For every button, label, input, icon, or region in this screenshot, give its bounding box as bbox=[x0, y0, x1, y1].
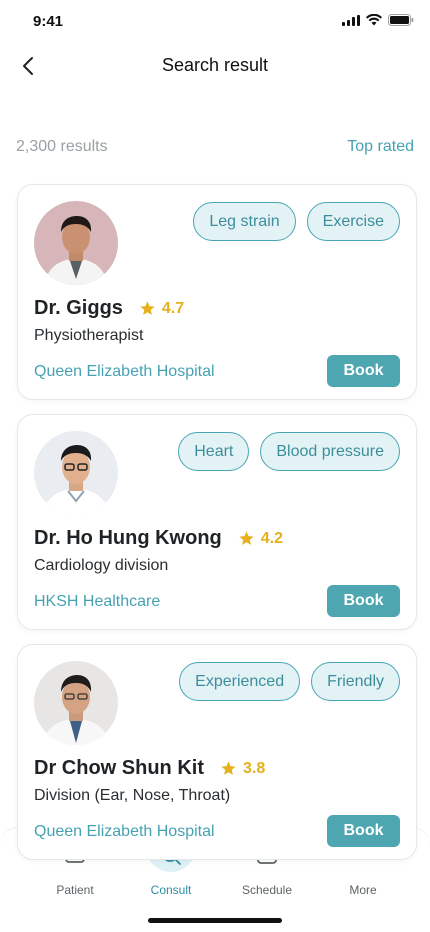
doctor-specialty: Division (Ear, Nose, Throat) bbox=[34, 787, 231, 804]
doctor-avatar bbox=[34, 431, 118, 515]
tab-label: Consult bbox=[150, 883, 192, 897]
doctor-avatar bbox=[34, 201, 118, 285]
sort-top-rated-link[interactable]: Top rated bbox=[347, 138, 414, 156]
book-button[interactable]: Book bbox=[327, 585, 400, 617]
doctor-avatar bbox=[34, 661, 118, 745]
doctor-name: Dr. Giggs bbox=[34, 297, 123, 319]
star-icon bbox=[221, 761, 236, 775]
star-icon bbox=[239, 531, 254, 545]
hospital-link[interactable]: HKSH Healthcare bbox=[34, 593, 160, 611]
doctor-rating: 4.2 bbox=[260, 529, 284, 547]
book-button[interactable]: Book bbox=[327, 355, 400, 387]
tag[interactable]: Leg strain bbox=[193, 202, 296, 241]
tab-label: More bbox=[349, 883, 377, 897]
tag[interactable]: Experienced bbox=[179, 662, 301, 701]
doctor-name-row: Dr. Giggs 4.7 bbox=[34, 297, 184, 320]
doctor-card[interactable]: Leg strain Exercise Dr. Giggs 4.7 Physio… bbox=[17, 184, 417, 400]
doctor-rating: 4.7 bbox=[161, 299, 185, 317]
hospital-link[interactable]: Queen Elizabeth Hospital bbox=[34, 363, 215, 381]
battery-icon bbox=[388, 14, 414, 26]
tag[interactable]: Exercise bbox=[306, 202, 400, 241]
status-time: 9:41 bbox=[33, 13, 64, 30]
status-bar: 9:41 bbox=[0, 0, 430, 44]
cellular-signal-icon bbox=[342, 14, 360, 26]
page-title: Search result bbox=[161, 55, 269, 75]
book-button[interactable]: Book bbox=[327, 815, 400, 847]
tab-label: Patient bbox=[56, 883, 94, 897]
results-header: 2,300 results Top rated bbox=[16, 138, 414, 156]
hospital-link[interactable]: Queen Elizabeth Hospital bbox=[34, 823, 215, 841]
tag[interactable]: Blood pressure bbox=[260, 432, 400, 471]
doctor-specialty: Physiotherapist bbox=[34, 327, 144, 344]
results-count: 2,300 results bbox=[16, 138, 108, 155]
star-icon bbox=[140, 301, 155, 315]
doctor-specialty: Cardiology division bbox=[34, 557, 169, 574]
status-icons bbox=[342, 14, 414, 26]
tag-list: Leg strain Exercise bbox=[193, 202, 400, 241]
tag-list: Heart Blood pressure bbox=[178, 432, 400, 471]
doctor-card[interactable]: Heart Blood pressure Dr. Ho Hung Kwong 4… bbox=[17, 414, 417, 630]
doctor-name: Dr Chow Shun Kit bbox=[34, 757, 204, 779]
doctor-name-row: Dr. Ho Hung Kwong 4.2 bbox=[34, 527, 283, 550]
doctor-name: Dr. Ho Hung Kwong bbox=[34, 527, 222, 549]
navigation-bar: Search result bbox=[0, 44, 430, 88]
wifi-icon bbox=[366, 14, 382, 26]
tab-label: Schedule bbox=[241, 883, 293, 897]
tag[interactable]: Heart bbox=[178, 432, 250, 471]
home-indicator bbox=[148, 918, 282, 923]
doctor-rating: 3.8 bbox=[242, 759, 266, 777]
doctor-name-row: Dr Chow Shun Kit 3.8 bbox=[34, 757, 265, 780]
doctor-card[interactable]: Experienced Friendly Dr Chow Shun Kit 3.… bbox=[17, 644, 417, 860]
tag-list: Experienced Friendly bbox=[179, 662, 400, 701]
tag[interactable]: Friendly bbox=[311, 662, 400, 701]
